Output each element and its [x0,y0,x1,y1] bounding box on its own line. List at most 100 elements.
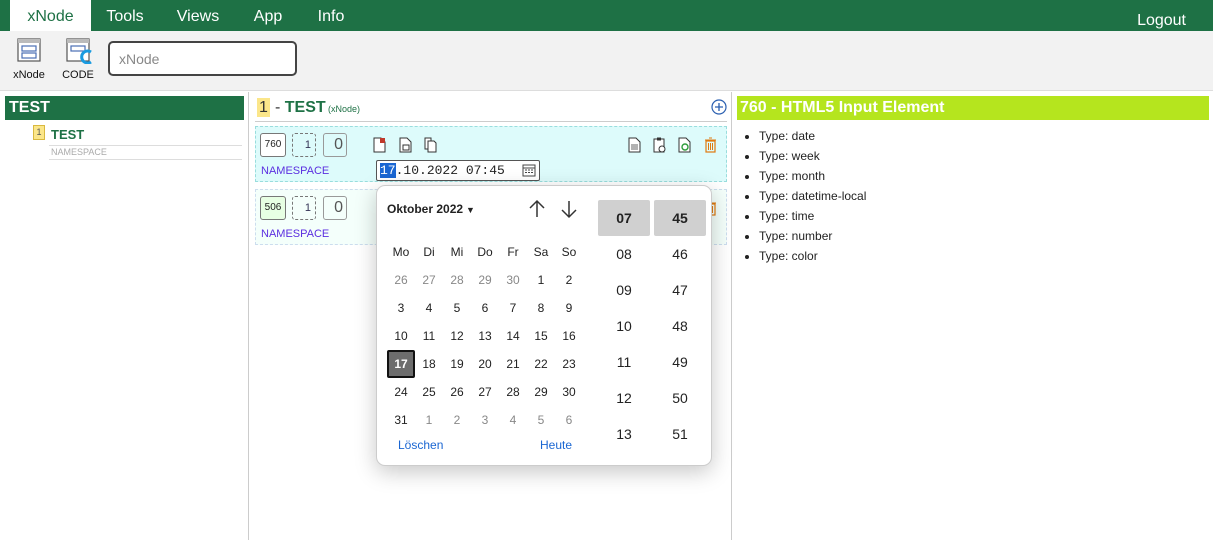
calendar-day[interactable]: 14 [499,322,527,350]
calendar-day[interactable]: 1 [527,266,555,294]
search-input[interactable] [108,41,297,76]
calendar-day[interactable]: 7 [499,294,527,322]
calendar-day[interactable]: 22 [527,350,555,378]
calendar-day[interactable]: 1 [415,406,443,434]
add-circle-icon[interactable] [711,99,727,115]
tree-header: TEST [5,96,244,120]
node-count-box[interactable]: 0 [323,196,347,220]
date-rest-segment[interactable]: .10.2022 07:45 [396,163,505,178]
calendar-day[interactable]: 12 [443,322,471,350]
today-button[interactable]: Heute [540,438,572,452]
type-list: Type: date Type: week Type: month Type: … [759,129,866,269]
hour-option[interactable]: 12 [598,380,650,416]
hour-option[interactable]: 07 [598,200,650,236]
calendar-day[interactable]: 23 [555,350,583,378]
calendar-day[interactable]: 30 [555,378,583,406]
calendar-day[interactable]: 15 [527,322,555,350]
calendar-day[interactable]: 29 [471,266,499,294]
hour-option[interactable]: 11 [598,344,650,380]
minute-option[interactable]: 51 [654,416,706,452]
calendar-day[interactable]: 6 [555,406,583,434]
trash-icon[interactable] [704,137,717,153]
calendar-day[interactable]: 29 [527,378,555,406]
calendar-day[interactable]: 2 [443,406,471,434]
calendar-day[interactable]: 3 [471,406,499,434]
node-id-box[interactable]: 760 [260,133,286,157]
calendar-day[interactable]: 11 [415,322,443,350]
refresh-document-icon[interactable] [678,137,691,153]
minute-option[interactable]: 45 [654,200,706,236]
minute-option[interactable]: 47 [654,272,706,308]
calendar-day[interactable]: 19 [443,350,471,378]
minute-option[interactable]: 49 [654,344,706,380]
menu-info[interactable]: Info [309,0,353,31]
calendar-day[interactable]: 31 [387,406,415,434]
calendar-day[interactable]: 21 [499,350,527,378]
new-document-icon[interactable] [373,137,386,153]
calendar-day[interactable]: 27 [415,266,443,294]
calendar-day[interactable]: 9 [555,294,583,322]
calendar-icon[interactable] [522,163,536,177]
calendar-day[interactable]: 4 [499,406,527,434]
node-panel-header: 1 - TEST (xNode) [255,96,727,122]
node-id-box[interactable]: 506 [260,196,286,220]
calendar-day[interactable]: 27 [471,378,499,406]
code-tool-button[interactable]: CODE [57,36,99,81]
calendar-day[interactable]: 8 [527,294,555,322]
node-num-box[interactable]: 1 [292,196,316,220]
calendar-day[interactable]: 5 [527,406,555,434]
calendar-day[interactable]: 26 [387,266,415,294]
calendar-day[interactable]: 10 [387,322,415,350]
hour-option[interactable]: 10 [598,308,650,344]
calendar-day[interactable]: 24 [387,378,415,406]
calendar-day[interactable]: 28 [443,266,471,294]
arrow-up-icon[interactable] [528,198,546,220]
copy-document-icon[interactable] [424,137,437,153]
node-card-760[interactable]: 760 1 0 NAMESPACE 17.10.2022 07:45 [255,126,727,182]
toolbar: xNode CODE [0,31,1213,91]
minute-option[interactable]: 50 [654,380,706,416]
calendar-day[interactable]: 13 [471,322,499,350]
hour-option[interactable]: 09 [598,272,650,308]
minute-column[interactable]: 45 46 47 48 49 50 51 [654,200,706,452]
calendar-day[interactable]: 6 [471,294,499,322]
datetime-input[interactable]: 17.10.2022 07:45 [376,160,540,181]
hour-option[interactable]: 08 [598,236,650,272]
calendar-day[interactable]: 3 [387,294,415,322]
calendar-day[interactable]: 30 [499,266,527,294]
hour-option[interactable]: 13 [598,416,650,452]
node-count-box[interactable]: 0 [323,133,347,157]
calendar-day[interactable]: 16 [555,322,583,350]
date-day-segment[interactable]: 17 [380,163,396,178]
text-document-icon[interactable] [628,137,641,153]
clipboard-settings-icon[interactable] [653,137,666,153]
menu-app[interactable]: App [244,0,292,31]
calendar-day[interactable]: 28 [499,378,527,406]
calendar-day[interactable]: 20 [471,350,499,378]
calendar-day[interactable]: 4 [415,294,443,322]
calendar-day[interactable]: 26 [443,378,471,406]
month-selector[interactable]: Oktober 2022 ▼ [387,202,475,216]
hour-column[interactable]: 07 08 09 10 11 12 13 [598,200,650,452]
menu-xnode[interactable]: xNode [10,0,91,31]
xnode-tool-button[interactable]: xNode [8,36,50,81]
minute-option[interactable]: 48 [654,308,706,344]
calendar-day[interactable]: 17 [387,350,415,378]
calendar-day[interactable]: 2 [555,266,583,294]
clear-date-button[interactable]: Löschen [398,438,443,452]
minute-option[interactable]: 46 [654,236,706,272]
logout-link[interactable]: Logout [1137,12,1186,30]
calendar-day[interactable]: 5 [443,294,471,322]
tree-item-test[interactable]: TEST [51,127,84,142]
calendar-day[interactable]: 18 [415,350,443,378]
title-text: TEST [284,99,326,116]
calendar-week-row: 26 27 28 29 30 1 2 [387,266,597,294]
arrow-down-icon[interactable] [560,198,578,220]
menu-tools[interactable]: Tools [96,0,154,31]
document-list-icon[interactable] [399,137,412,153]
calendar-week-row: 3456789 [387,294,597,322]
calendar-day[interactable]: 25 [415,378,443,406]
menu-views[interactable]: Views [167,0,229,31]
node-num-box[interactable]: 1 [292,133,316,157]
month-label: Oktober 2022 [387,202,464,216]
